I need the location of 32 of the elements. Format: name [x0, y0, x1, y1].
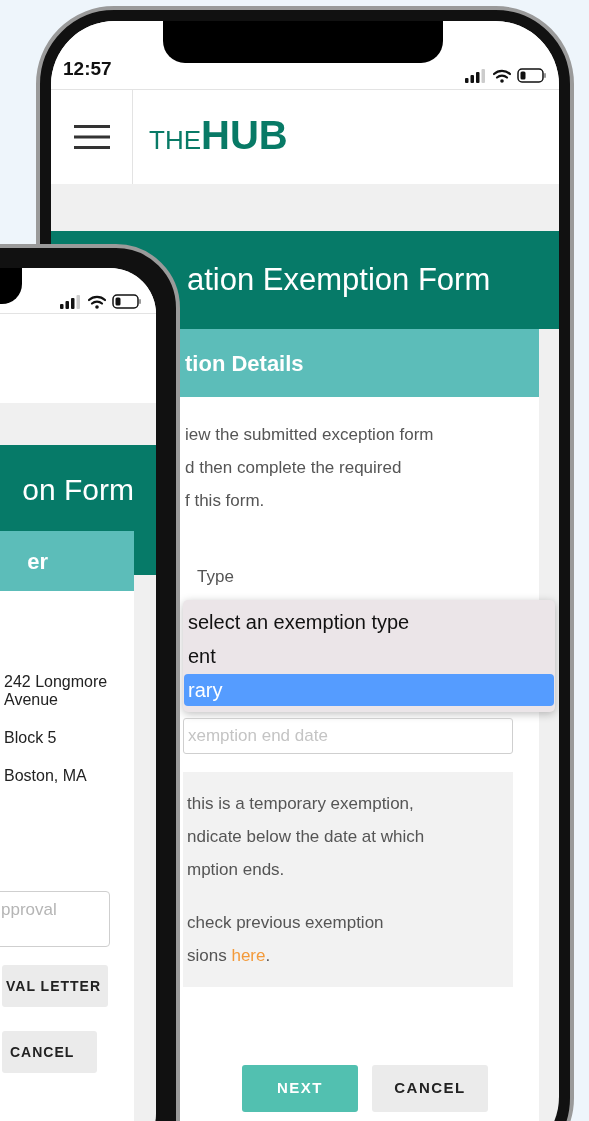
cancel-button[interactable]: VAL LETTER: [2, 965, 108, 1007]
cancel-button[interactable]: CANCEL: [372, 1064, 488, 1112]
end-date-field[interactable]: xemption end date: [183, 717, 513, 754]
info-text-line: check previous exemption: [187, 911, 385, 934]
info-text-line: this is a temporary exemption,: [187, 792, 415, 815]
address-line: Boston, MA: [4, 767, 88, 785]
address-line: 242 Longmore Avenue: [4, 673, 109, 709]
section-title: er: [27, 547, 49, 576]
approval-field[interactable]: pproval: [0, 891, 110, 947]
menu-icon: [73, 125, 110, 149]
info-text-line: mption ends.: [187, 858, 286, 881]
dropdown-option[interactable]: ent: [184, 639, 554, 672]
logo: THEHUB: [149, 114, 288, 159]
wifi-icon: [88, 294, 106, 309]
battery-icon: [517, 68, 547, 83]
signal-icon: [60, 294, 82, 309]
battery-icon: [112, 294, 142, 309]
form-title: ation Exemption Form: [187, 260, 491, 299]
field-label: Type: [196, 566, 235, 588]
dropdown-option[interactable]: select an exemption type: [184, 605, 554, 638]
signal-icon: [465, 68, 487, 83]
intro-text-line: iew the submitted exception form: [185, 424, 435, 446]
info-text-line: sions here.: [187, 944, 272, 967]
wifi-icon: [493, 68, 511, 83]
info-text-line: ndicate below the date at which: [187, 825, 426, 848]
intro-text-line: f this form.: [185, 490, 266, 512]
status-time: 12:57: [63, 56, 112, 81]
intro-text-line: d then complete the required: [185, 457, 403, 479]
section-title: tion Details: [185, 349, 304, 378]
form-title: on Form: [22, 472, 134, 508]
address-line: Block 5: [4, 729, 58, 747]
cancel-button[interactable]: CANCEL: [2, 1031, 97, 1073]
